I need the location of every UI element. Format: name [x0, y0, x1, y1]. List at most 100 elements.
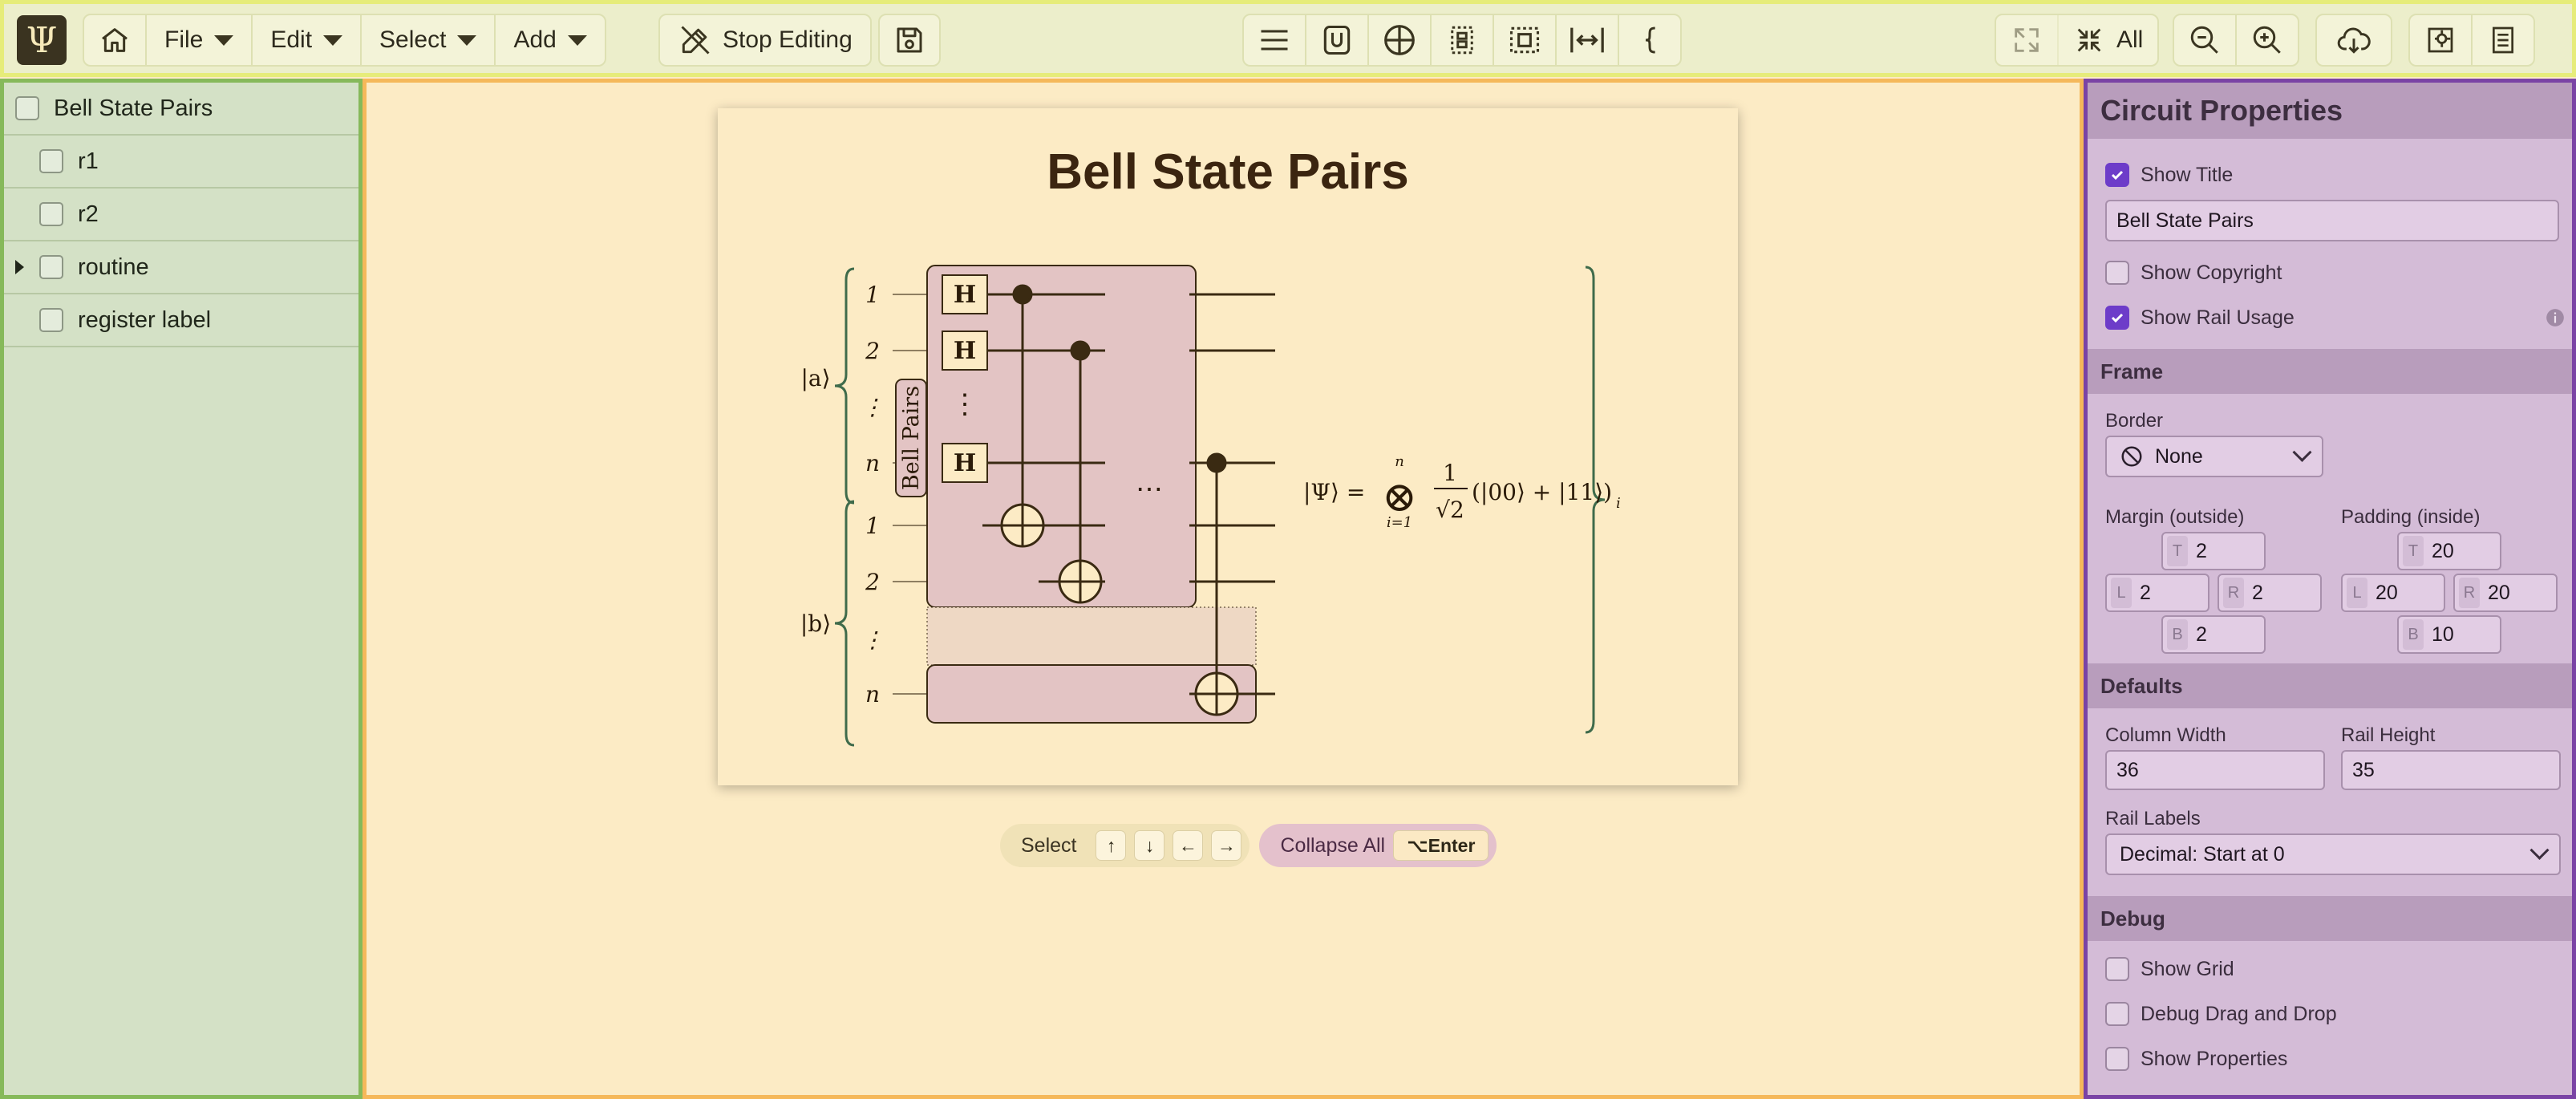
gate-label: H: [954, 281, 976, 309]
formula-numerator: 1: [1443, 460, 1457, 486]
show-grid-label: Show Grid: [2141, 957, 2234, 980]
debug-section-header: Debug: [2088, 896, 2572, 941]
padding-bottom-input[interactable]: B 10: [2397, 615, 2501, 654]
file-menu[interactable]: File: [147, 15, 253, 65]
show-rail-usage-toggle[interactable]: Show Rail Usage: [2105, 306, 2295, 330]
right-tag: R: [2459, 578, 2480, 608]
arrows-horizontal-icon: [1570, 27, 1604, 53]
export-button[interactable]: [2315, 14, 2392, 67]
rail-label: 1: [865, 513, 880, 539]
debug-drag-drop-checkbox[interactable]: [2105, 1002, 2129, 1026]
chevron-down-icon: [2292, 442, 2312, 462]
tree-item-label: r2: [78, 201, 99, 227]
circuit-diagram[interactable]: H H ⋮ H ⋯ Bell Pairs 1 2 ⋮ n 1 2 ⋮ n |a⟩…: [718, 108, 1738, 785]
group-tool-button[interactable]: [1432, 15, 1494, 65]
brace-tool-button[interactable]: [1619, 15, 1680, 65]
rail-tool-button[interactable]: [1244, 15, 1306, 65]
circuit-card[interactable]: Bell State Pairs H H ⋮ H ⋯ Bell Pairs 1 …: [718, 108, 1738, 785]
tree-item-bell-state-pairs[interactable]: Bell State Pairs: [4, 83, 358, 136]
show-rail-usage-checkbox[interactable]: [2105, 306, 2129, 330]
show-grid-toggle[interactable]: Show Grid: [2105, 957, 2234, 981]
show-title-toggle[interactable]: Show Title: [2105, 163, 2233, 187]
routine-dotted-region: [926, 606, 1257, 666]
show-properties-toggle[interactable]: Show Properties: [2105, 1047, 2287, 1071]
tree-item-checkbox[interactable]: [39, 149, 63, 173]
arrow-right-key[interactable]: →: [1211, 830, 1242, 861]
column-width-input[interactable]: 36: [2105, 750, 2325, 790]
canvas-area[interactable]: Bell State Pairs H H ⋮ H ⋯ Bell Pairs 1 …: [363, 79, 2084, 1099]
bottom-tag: B: [2403, 619, 2424, 650]
collapse-all-button[interactable]: All: [2059, 15, 2157, 65]
spacer-tool-button[interactable]: [1557, 15, 1619, 65]
show-copyright-label: Show Copyright: [2141, 261, 2282, 284]
info-icon[interactable]: [2545, 307, 2566, 328]
select-menu[interactable]: Select: [362, 15, 496, 65]
margin-left-input[interactable]: L2: [2105, 574, 2209, 612]
tree-item-r2[interactable]: r2: [4, 189, 358, 241]
zoom-in-button[interactable]: [2237, 15, 2298, 65]
register-a-label: |a⟩: [800, 365, 830, 391]
show-copyright-checkbox[interactable]: [2105, 261, 2129, 285]
properties-panel-button[interactable]: [2410, 15, 2473, 65]
document-panel-button[interactable]: [2473, 15, 2533, 65]
margin-label: Margin (outside): [2105, 506, 2245, 528]
home-icon: [102, 28, 128, 52]
rail-label: ⋮: [861, 394, 884, 420]
hadamard-gate[interactable]: H: [942, 331, 988, 371]
margin-top-input[interactable]: T2: [2161, 532, 2266, 570]
state-formula: |Ψ⟩ = ⊗ n i=1 1 √2 (|00⟩ + |11⟩) i: [1303, 453, 1621, 531]
padding-top-input[interactable]: T 20: [2397, 532, 2501, 570]
tree-item-routine[interactable]: routine: [4, 241, 358, 294]
expand-all-button[interactable]: [1996, 15, 2059, 65]
tree-item-r1[interactable]: r1: [4, 136, 358, 189]
margin-bottom-input[interactable]: B2: [2161, 615, 2266, 654]
stop-editing-button[interactable]: Stop Editing: [658, 14, 872, 67]
tree-item-checkbox[interactable]: [39, 308, 63, 332]
edit-menu[interactable]: Edit: [253, 15, 363, 65]
home-button[interactable]: [84, 15, 147, 65]
grid-dots-icon: [1451, 26, 1473, 55]
measure-tool-button[interactable]: [1306, 15, 1369, 65]
tree-item-register-label[interactable]: register label: [4, 294, 358, 347]
formula-denominator: √2: [1436, 497, 1464, 523]
show-grid-checkbox[interactable]: [2105, 957, 2129, 981]
rail-height-input[interactable]: 35: [2341, 750, 2561, 790]
show-title-checkbox[interactable]: [2105, 163, 2129, 187]
expand-triangle-icon[interactable]: [15, 260, 24, 274]
bell-pairs-routine[interactable]: [926, 265, 1197, 608]
rail-label: ⋮: [861, 627, 884, 653]
hadamard-gate[interactable]: H: [942, 274, 988, 314]
defaults-section-header: Defaults: [2088, 663, 2572, 708]
arrow-down-key[interactable]: ↓: [1134, 830, 1165, 861]
app-logo[interactable]: Ψ: [17, 15, 67, 65]
toolbar: Ψ File Edit Select Add Stop Editing All: [0, 0, 2576, 77]
save-button[interactable]: [878, 14, 941, 67]
chevron-down-icon: [2529, 840, 2550, 860]
hadamard-gate[interactable]: H: [942, 443, 988, 483]
title-textarea[interactable]: Bell State Pairs: [2105, 200, 2559, 241]
margin-right-input[interactable]: R2: [2218, 574, 2322, 612]
box-tool-button[interactable]: [1494, 15, 1557, 65]
padding-left-input[interactable]: L 20: [2341, 574, 2445, 612]
gate-label: H: [954, 337, 976, 365]
debug-drag-drop-toggle[interactable]: Debug Drag and Drop: [2105, 1002, 2337, 1026]
arrow-left-key[interactable]: ←: [1173, 830, 1204, 861]
chevron-down-icon: [567, 34, 587, 46]
padding-right-input[interactable]: R 20: [2453, 574, 2558, 612]
routine-label-tab[interactable]: Bell Pairs: [895, 379, 927, 497]
add-menu[interactable]: Add: [496, 15, 604, 65]
arrow-up-key[interactable]: ↑: [1096, 830, 1127, 861]
tree-item-checkbox[interactable]: [39, 255, 63, 279]
properties-title: Circuit Properties: [2088, 83, 2572, 139]
rail-labels-select[interactable]: Decimal: Start at 0: [2105, 833, 2561, 875]
border-select[interactable]: None: [2105, 436, 2323, 477]
tree-item-checkbox[interactable]: [39, 202, 63, 226]
zoom-out-button[interactable]: [2174, 15, 2237, 65]
show-properties-checkbox[interactable]: [2105, 1047, 2129, 1071]
tree-item-checkbox[interactable]: [15, 96, 39, 120]
collapse-all-hint-pill[interactable]: Collapse All ⌥Enter: [1259, 824, 1497, 867]
target-tool-button[interactable]: [1369, 15, 1432, 65]
show-copyright-toggle[interactable]: Show Copyright: [2105, 261, 2282, 285]
left-tag: L: [2347, 578, 2367, 608]
rail-label: n: [865, 681, 880, 708]
